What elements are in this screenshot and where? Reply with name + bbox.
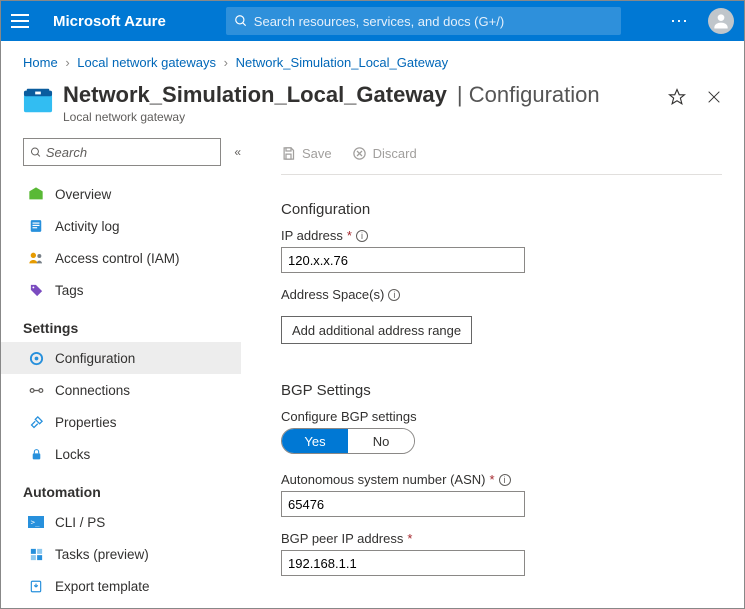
close-icon[interactable] [706,89,722,105]
overview-icon [27,185,45,203]
label-bgp-peer: BGP peer IP address* [281,531,722,546]
access-control-icon [27,249,45,267]
sidebar-item-label: Tasks (preview) [55,547,149,562]
sidebar-item-activity-log[interactable]: Activity log [23,210,241,242]
sidebar-item-label: Configuration [55,351,135,366]
search-icon [234,14,248,28]
lock-icon [27,445,45,463]
sidebar-search[interactable] [23,138,221,166]
page-title: Network_Simulation_Local_Gateway [63,82,447,108]
add-address-range-button[interactable]: Add additional address range [281,316,472,344]
topbar: Microsoft Azure ⋯ [1,1,744,41]
pin-star-icon[interactable] [668,88,686,106]
tags-icon [27,281,45,299]
label-ip-address: IP address*i [281,228,722,243]
sidebar-group-settings: Settings [23,320,241,336]
info-icon[interactable]: i [356,230,368,242]
sidebar-item-label: Tags [55,283,84,298]
resource-type: Local network gateway [63,110,668,124]
breadcrumb-level1[interactable]: Local network gateways [77,55,216,70]
chevron-right-icon: › [65,55,69,70]
resource-icon [23,86,53,114]
sidebar: « Overview Activity log Access control (… [1,130,241,603]
sidebar-item-label: Activity log [55,219,120,234]
sidebar-item-tags[interactable]: Tags [23,274,241,306]
sidebar-item-overview[interactable]: Overview [23,178,241,210]
info-icon[interactable]: i [499,474,511,486]
search-icon [30,146,42,159]
bgp-toggle[interactable]: Yes No [281,428,415,454]
global-search-input[interactable] [254,14,613,29]
discard-icon [352,146,367,161]
sidebar-item-locks[interactable]: Locks [23,438,241,470]
breadcrumb-level2[interactable]: Network_Simulation_Local_Gateway [236,55,448,70]
gear-icon [27,349,45,367]
section-heading-configuration: Configuration [281,201,722,218]
discard-button[interactable]: Discard [352,146,417,161]
ip-address-input[interactable] [281,247,525,273]
bgp-peer-ip-input[interactable] [281,550,525,576]
sidebar-item-export-template[interactable]: Export template [23,570,241,602]
sidebar-item-properties[interactable]: Properties [23,406,241,438]
save-icon [281,146,296,161]
sidebar-item-label: Access control (IAM) [55,251,180,266]
sidebar-item-label: Connections [55,383,130,398]
sidebar-item-label: Overview [55,187,111,202]
sidebar-item-access-control[interactable]: Access control (IAM) [23,242,241,274]
chevron-right-icon: › [224,55,228,70]
page-subtitle: Configuration [469,82,600,107]
menu-icon[interactable] [11,9,35,33]
section-heading-bgp: BGP Settings [281,382,722,399]
sidebar-item-tasks[interactable]: Tasks (preview) [23,538,241,570]
label-address-spaces: Address Space(s)i [281,287,722,302]
cli-icon: >_ [27,513,45,531]
activity-log-icon [27,217,45,235]
toolbar: Save Discard [281,138,722,168]
sidebar-item-label: Export template [55,579,150,594]
global-search[interactable] [226,7,621,35]
avatar[interactable] [708,8,734,34]
properties-icon [27,413,45,431]
brand: Microsoft Azure [53,13,166,30]
page-header: Network_Simulation_Local_Gateway | Confi… [1,76,744,130]
sidebar-item-label: CLI / PS [55,515,105,530]
toggle-yes[interactable]: Yes [282,429,348,453]
sidebar-item-configuration[interactable]: Configuration [1,342,241,374]
sidebar-item-label: Properties [55,415,117,430]
sidebar-item-connections[interactable]: Connections [23,374,241,406]
sidebar-item-cli[interactable]: >_ CLI / PS [23,506,241,538]
save-button[interactable]: Save [281,146,332,161]
export-icon [27,577,45,595]
label-configure-bgp: Configure BGP settings [281,409,722,424]
svg-text:>_: >_ [31,518,40,527]
collapse-icon[interactable]: « [234,145,241,159]
sidebar-group-automation: Automation [23,484,241,500]
more-icon[interactable]: ⋯ [670,11,690,32]
breadcrumb-home[interactable]: Home [23,55,58,70]
main-pane: Save Discard Configuration IP address*i … [241,130,744,603]
asn-input[interactable] [281,491,525,517]
sidebar-search-input[interactable] [46,145,214,160]
toggle-no[interactable]: No [348,429,414,453]
tasks-icon [27,545,45,563]
breadcrumb: Home › Local network gateways › Network_… [1,41,744,76]
label-asn: Autonomous system number (ASN)*i [281,472,722,487]
sidebar-item-label: Locks [55,447,90,462]
info-icon[interactable]: i [388,289,400,301]
connections-icon [27,381,45,399]
